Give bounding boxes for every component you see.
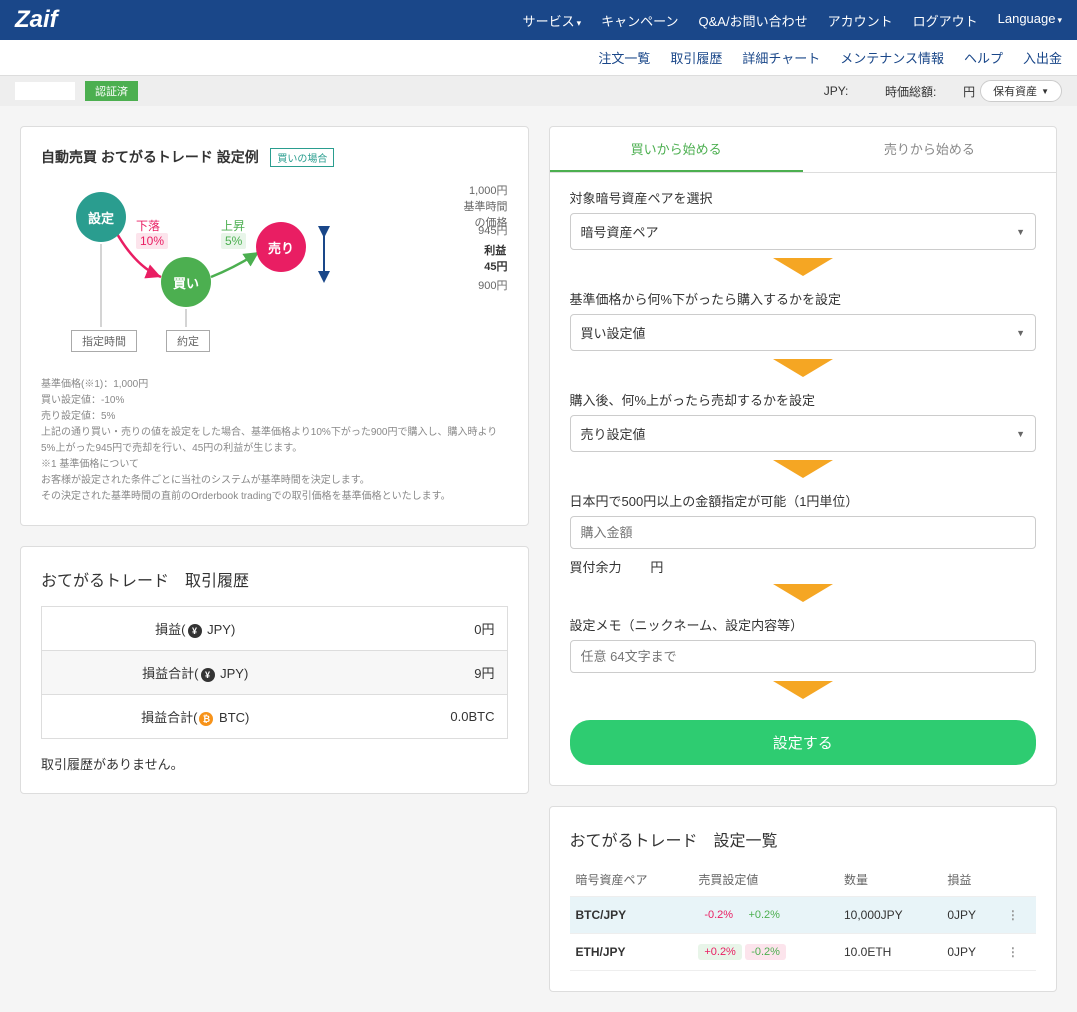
submit-button[interactable]: 設定する <box>570 720 1037 765</box>
table-row: 損益(¥ JPY) 0円 <box>42 607 508 651</box>
col-pair: 暗号資産ペア <box>570 863 693 897</box>
sub-navbar: 注文一覧 取引履歴 詳細チャート メンテナンス情報 ヘルプ 入出金 <box>0 40 1077 76</box>
nav-service[interactable]: サービス▾ <box>523 11 582 30</box>
form-card: 買いから始める 売りから始める 対象暗号資産ペアを選択 暗号資産ペア 基準価格か… <box>549 126 1058 786</box>
jpy-value <box>853 84 870 98</box>
settings-list-title: おてがるトレード 設定一覧 <box>570 827 1037 851</box>
history-title: おてがるトレード 取引履歴 <box>41 567 508 591</box>
chevron-down-icon: ▼ <box>1041 87 1049 96</box>
diagram-time-label: 指定時間 <box>71 330 137 352</box>
history-table: 損益(¥ JPY) 0円 損益合計(¥ JPY) 9円 損益合計(₿ BTC) … <box>41 606 508 739</box>
nav-qa[interactable]: Q&A/お問い合わせ <box>699 11 808 30</box>
form-tabs: 買いから始める 売りから始める <box>550 127 1057 173</box>
diagram-price-900: 900円 <box>478 277 507 293</box>
subnav-orders[interactable]: 注文一覧 <box>598 48 650 67</box>
sell-set-label: 購入後、何%上がったら売却するかを設定 <box>570 390 1037 409</box>
btc-icon: ₿ <box>199 712 213 726</box>
nav-account[interactable]: アカウント <box>828 11 893 30</box>
diagram-buy-node: 買い <box>161 257 211 307</box>
buy-set-select[interactable]: 買い設定値 <box>570 314 1037 351</box>
memo-label: 設定メモ（ニックネーム、設定内容等） <box>570 615 1037 634</box>
subnav-help[interactable]: ヘルプ <box>964 48 1003 67</box>
memo-input[interactable] <box>570 640 1037 673</box>
tab-sell[interactable]: 売りから始める <box>803 127 1056 172</box>
pair-label: 対象暗号資産ペアを選択 <box>570 188 1037 207</box>
account-pill <box>15 82 75 100</box>
diagram-notes: 基準価格(※1)：1,000円 買い設定値：-10% 売り設定値：5% 上記の通… <box>41 377 508 505</box>
balance-row: 買付余力 円 <box>570 557 1037 576</box>
nav-language[interactable]: Language▾ <box>998 11 1062 30</box>
arrow-down-icon <box>570 681 1037 702</box>
nav-campaign[interactable]: キャンペーン <box>601 11 678 30</box>
top-navbar: Zaif サービス▾ キャンペーン Q&A/お問い合わせ アカウント ログアウト… <box>0 0 1077 40</box>
diagram-tag: 買いの場合 <box>270 148 334 167</box>
arrow-down-icon <box>570 258 1037 279</box>
yen-icon: ¥ <box>201 668 215 682</box>
more-icon[interactable]: ⋮ <box>1007 945 1019 959</box>
diagram-settings-node: 設定 <box>76 192 126 242</box>
marketcap-value <box>941 84 958 98</box>
diagram-up-label: 上昇5% <box>221 217 246 248</box>
subnav-history[interactable]: 取引履歴 <box>670 48 722 67</box>
nav-logout[interactable]: ログアウト <box>913 11 978 30</box>
marketcap-label: 時価総額: <box>885 83 936 100</box>
amount-input[interactable] <box>570 516 1037 549</box>
status-bar: 認証済 JPY: 時価総額: 円 保有資産▼ <box>0 76 1077 106</box>
diagram-sell-node: 売り <box>256 222 306 272</box>
history-empty-text: 取引履歴がありません。 <box>41 754 508 773</box>
table-row: 損益合計(₿ BTC) 0.0BTC <box>42 695 508 739</box>
more-icon[interactable]: ⋮ <box>1007 908 1019 922</box>
subnav-deposit[interactable]: 入出金 <box>1023 48 1062 67</box>
tab-buy[interactable]: 買いから始める <box>550 127 803 172</box>
diagram-title: 自動売買 おてがるトレード 設定例 <box>41 149 259 165</box>
arrow-down-icon <box>570 460 1037 481</box>
col-pl: 損益 <box>941 863 1000 897</box>
history-card: おてがるトレード 取引履歴 損益(¥ JPY) 0円 損益合計(¥ JPY) 9… <box>20 546 529 794</box>
jpy-label: JPY: <box>824 84 849 98</box>
subnav-maintenance[interactable]: メンテナンス情報 <box>840 48 944 67</box>
diagram-profit: 利益 45円 <box>484 242 507 274</box>
top-nav-links: サービス▾ キャンペーン Q&A/お問い合わせ アカウント ログアウト Lang… <box>523 11 1062 30</box>
chevron-down-icon: ▾ <box>1057 15 1062 25</box>
sell-set-select[interactable]: 売り設定値 <box>570 415 1037 452</box>
diagram-price-945: 945円 <box>478 222 507 238</box>
buy-set-label: 基準価格から何%下がったら購入するかを設定 <box>570 289 1037 308</box>
amount-label: 日本円で500円以上の金額指定が可能（1円単位） <box>570 491 1037 510</box>
marketcap-unit: 円 <box>963 83 975 100</box>
brand-logo: Zaif <box>15 6 58 34</box>
pair-select[interactable]: 暗号資産ペア <box>570 213 1037 250</box>
subnav-chart[interactable]: 詳細チャート <box>742 48 820 67</box>
settings-table: 暗号資産ペア 売買設定値 数量 損益 BTC/JPY-0.2% +0.2%10,… <box>570 863 1037 971</box>
verified-badge: 認証済 <box>85 81 138 101</box>
col-qty: 数量 <box>838 863 941 897</box>
diagram-down-label: 下落10% <box>136 217 168 248</box>
table-row: 損益合計(¥ JPY) 9円 <box>42 651 508 695</box>
arrow-down-icon <box>570 359 1037 380</box>
holdings-button[interactable]: 保有資産▼ <box>980 80 1062 102</box>
table-row[interactable]: BTC/JPY-0.2% +0.2%10,000JPY0JPY⋮ <box>570 897 1037 934</box>
settings-list-card: おてがるトレード 設定一覧 暗号資産ペア 売買設定値 数量 損益 BTC/JPY… <box>549 806 1058 992</box>
table-row[interactable]: ETH/JPY+0.2% -0.2%10.0ETH0JPY⋮ <box>570 934 1037 971</box>
arrow-down-icon <box>570 584 1037 605</box>
diagram-card: 自動売買 おてがるトレード 設定例 買いの場合 設定 買 <box>20 126 529 526</box>
yen-icon: ¥ <box>188 624 202 638</box>
chevron-down-icon: ▾ <box>577 18 582 28</box>
col-trade: 売買設定値 <box>692 863 838 897</box>
diagram-contract-label: 約定 <box>166 330 210 352</box>
